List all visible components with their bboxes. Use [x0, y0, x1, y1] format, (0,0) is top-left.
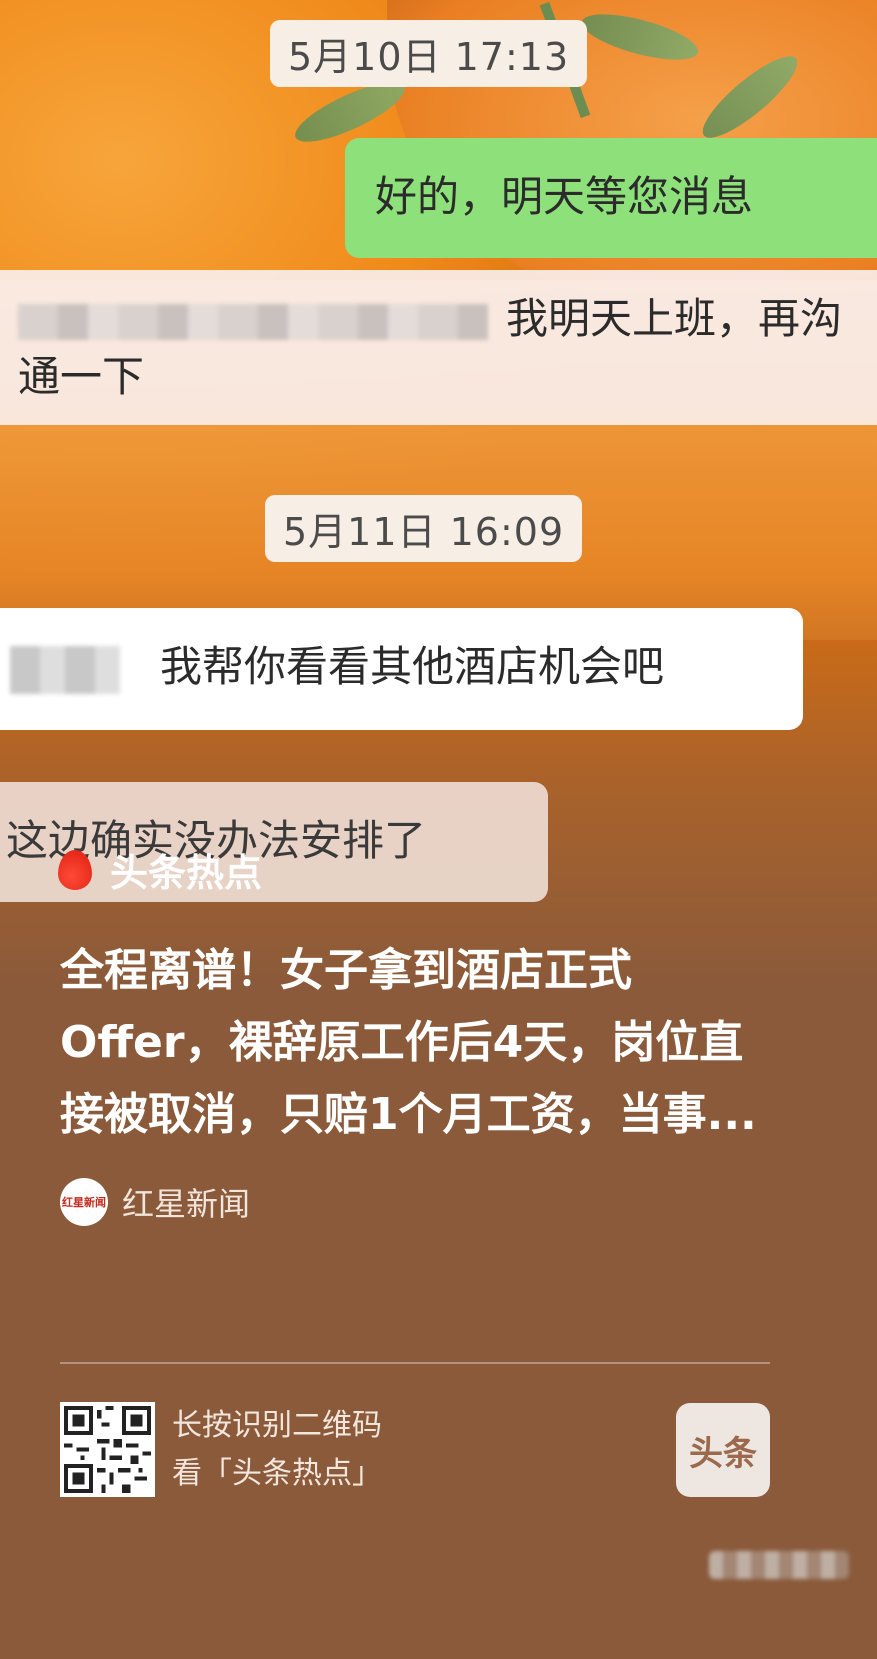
article-headline[interactable]: 全程离谱！女子拿到酒店正式Offer，裸辞原工作后4天，岗位直接被取消，只赔1个…: [60, 935, 780, 1151]
qr-instruction-line: 看「头条热点」: [172, 1456, 382, 1491]
divider: [60, 1362, 770, 1364]
blurred-watermark: [709, 1551, 849, 1579]
source-name: 红星新闻: [122, 1185, 251, 1223]
qr-instructions: 长按识别二维码 看「头条热点」: [172, 1402, 382, 1498]
received-message-bubble: 我帮你看看其他酒店机会吧: [0, 608, 803, 730]
received-message-bubble: 我明天上班，再沟通一下: [0, 270, 877, 425]
topic-label[interactable]: 头条热点: [58, 842, 262, 897]
sent-message-text: 好的，明天等您消息: [375, 172, 754, 221]
chat-timestamp: 5月11日 16:09: [265, 495, 583, 562]
source-logo: 红星新闻: [60, 1178, 108, 1226]
flame-icon: [58, 849, 92, 890]
sent-message-bubble: 好的，明天等您消息: [345, 138, 877, 258]
topic-label-text: 头条热点: [110, 851, 263, 895]
chat-timestamp: 5月10日 17:13: [270, 20, 588, 87]
blurred-sender-name: [18, 303, 488, 340]
blurred-sender-name: [10, 645, 120, 694]
qr-instruction-line: 长按识别二维码: [172, 1408, 382, 1443]
qr-code-icon[interactable]: [60, 1402, 155, 1497]
app-brand-logo[interactable]: 头条: [676, 1403, 770, 1497]
article-source[interactable]: 红星新闻 红星新闻: [60, 1178, 250, 1226]
received-message-text: 我帮你看看其他酒店机会吧: [160, 642, 665, 691]
